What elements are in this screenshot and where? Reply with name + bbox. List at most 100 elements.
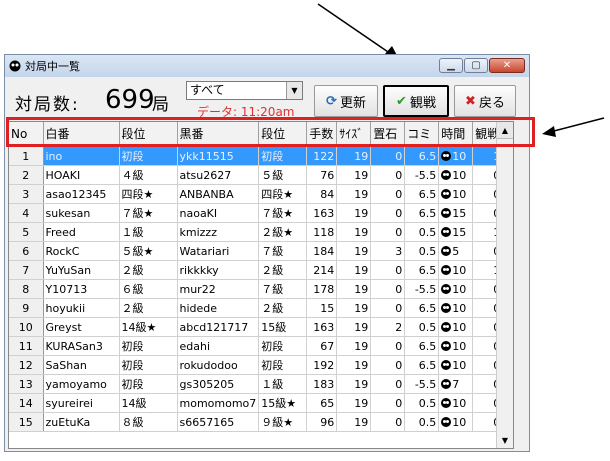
table-cell: 10	[438, 336, 474, 356]
column-header[interactable]: 手数	[306, 122, 338, 147]
table-cell: 0.5	[404, 393, 440, 413]
table-row[interactable]: 5Freed１級kmizzz２級★1181900.5151	[9, 222, 504, 242]
table-cell: 163	[306, 203, 338, 223]
table-cell: 0.5	[404, 241, 440, 261]
table-cell: -5.5	[404, 279, 440, 299]
column-header[interactable]: 置石	[370, 122, 406, 147]
table-row[interactable]: 14syureirei14級momomomo715級★651900.5100	[9, 393, 504, 413]
table-cell: 96	[306, 412, 338, 432]
table-cell: 15	[438, 222, 474, 242]
clock-face-icon	[441, 188, 452, 199]
table-cell: 0	[370, 203, 406, 223]
vertical-scrollbar[interactable]: ▲ ▼	[496, 122, 513, 448]
game-count-label: 対局数:	[15, 95, 80, 115]
row-number: 9	[9, 298, 44, 318]
table-cell: 10	[438, 184, 474, 204]
minimize-button[interactable]: ▁	[439, 58, 463, 73]
filter-select[interactable]: すべて ▼	[186, 81, 303, 100]
table-cell: 15級★	[258, 393, 308, 413]
clock-face-icon	[441, 226, 452, 237]
column-header[interactable]: 段位	[119, 122, 178, 147]
table-cell: Watariari	[177, 241, 260, 261]
table-cell: 19	[336, 146, 372, 166]
time-value: 10	[452, 320, 467, 334]
row-number: 11	[9, 336, 44, 356]
table-cell: 初段	[258, 146, 308, 166]
column-header[interactable]: 黒番	[177, 122, 260, 147]
table-cell: 19	[336, 317, 372, 337]
column-header[interactable]: 白番	[43, 122, 120, 147]
table-row[interactable]: 4sukesan７級★naoaKI７級★1631906.5150	[9, 203, 504, 223]
table-cell: 19	[336, 412, 372, 432]
column-header[interactable]: 段位	[258, 122, 308, 147]
row-number: 8	[9, 279, 44, 299]
table-row[interactable]: 8Y10713６級mur22７級178190-5.5100	[9, 279, 504, 299]
table-cell: ７級★	[258, 203, 308, 223]
table-cell: 19	[336, 165, 372, 185]
column-header[interactable]: No	[9, 122, 44, 147]
table-cell: SaShan	[43, 355, 120, 375]
game-count-value: 699	[105, 85, 155, 115]
table-row[interactable]: 1ino初段ykk11515初段1221906.5101	[9, 146, 504, 166]
table-cell: 初段	[119, 146, 178, 166]
table-row[interactable]: 10Greyst14級★abcd12171715級1631920.5100	[9, 317, 504, 337]
table-cell: 76	[306, 165, 338, 185]
table-cell: 10	[438, 317, 474, 337]
scroll-down-icon[interactable]: ▼	[497, 432, 513, 448]
clock-face-icon	[441, 378, 452, 389]
table-cell: ２級	[258, 260, 308, 280]
column-header[interactable]: ｻｲｽﾞ	[336, 122, 372, 147]
close-button[interactable]: ✕	[489, 58, 525, 73]
table-cell: 122	[306, 146, 338, 166]
time-value: 15	[452, 206, 467, 220]
time-value: 7	[452, 377, 460, 391]
table-row[interactable]: 6RockC５級★Watariari７級1841930.550	[9, 241, 504, 261]
scroll-up-icon[interactable]: ▲	[497, 122, 513, 139]
table-cell: 14級★	[119, 317, 178, 337]
table-cell: 19	[336, 260, 372, 280]
maximize-button[interactable]: ▢	[464, 58, 488, 73]
column-header[interactable]: 時間	[438, 122, 474, 147]
chevron-down-icon[interactable]: ▼	[286, 82, 302, 99]
table-cell: 10	[438, 279, 474, 299]
table-cell: 初段	[258, 336, 308, 356]
table-row[interactable]: 9hoyukii２級hidede２級151906.5100	[9, 298, 504, 318]
window-title: 対局中一覧	[25, 60, 80, 73]
table-cell: hoyukii	[43, 298, 120, 318]
watch-label: 観戦	[409, 95, 436, 111]
table-cell: ６級	[119, 279, 178, 299]
row-number: 2	[9, 165, 44, 185]
table-cell: 0	[370, 279, 406, 299]
column-header[interactable]: コミ	[404, 122, 440, 147]
table-row[interactable]: 15zuEtuKa８級s6657165９級★961900.5100	[9, 412, 504, 432]
table-row[interactable]: 13yamoyamo初段gs305205１級183190-5.570	[9, 374, 504, 394]
table-cell: ２級	[258, 298, 308, 318]
table-row[interactable]: 7YuYuSan２級rikkkky２級2141906.5101	[9, 260, 504, 280]
clock-face-icon	[441, 264, 452, 275]
table-cell: 0.5	[404, 412, 440, 432]
table-cell: syureirei	[43, 393, 120, 413]
table-cell: 0	[370, 260, 406, 280]
table-cell: 0.5	[404, 222, 440, 242]
back-button[interactable]: ✖ 戻る	[454, 85, 516, 117]
filter-value: すべて	[190, 83, 225, 97]
table-cell: s6657165	[177, 412, 260, 432]
app-icon	[9, 60, 21, 72]
table-row[interactable]: 2HOAKI４級atsu2627５級76190-5.5100	[9, 165, 504, 185]
table-cell: 15級	[258, 317, 308, 337]
table-row[interactable]: 12SaShan初段rokudodoo初段1921906.5100	[9, 355, 504, 375]
table-cell: atsu2627	[177, 165, 260, 185]
table-cell: naoaKI	[177, 203, 260, 223]
table-row[interactable]: 11KURASan3初段edahi初段671906.5100	[9, 336, 504, 356]
table-row[interactable]: 3asao12345四段★ANBANBA四段★841906.5100	[9, 184, 504, 204]
table-header-row: No 白番 段位 黒番 段位 手数 ｻｲｽﾞ 置石 コミ 時間 観戦	[9, 122, 504, 147]
table-cell: 6.5	[404, 298, 440, 318]
watch-button[interactable]: ✔ 観戦	[383, 85, 449, 117]
table-cell: 15	[438, 203, 474, 223]
row-number: 12	[9, 355, 44, 375]
back-label: 戻る	[478, 95, 505, 111]
time-value: 10	[452, 282, 467, 296]
refresh-button[interactable]: ⟳ 更新	[314, 85, 378, 117]
time-value: 10	[452, 339, 467, 353]
table-cell: momomomo7	[177, 393, 260, 413]
